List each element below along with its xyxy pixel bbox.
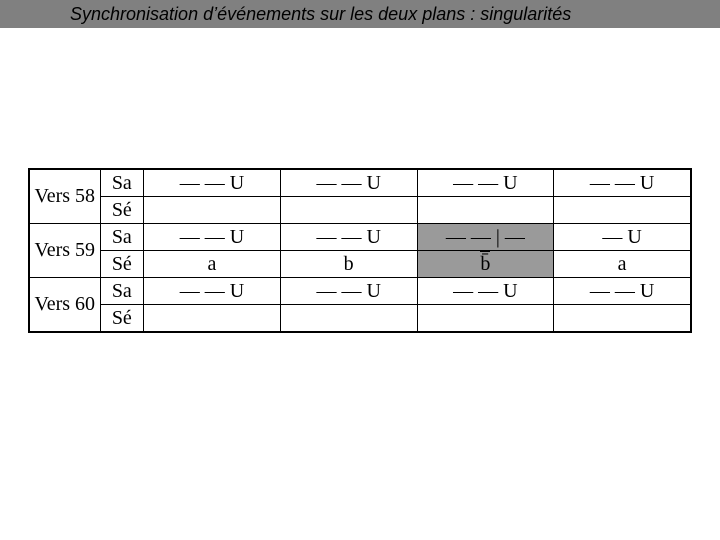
cell <box>280 305 417 333</box>
table-row: Vers 59 Sa — — U — — U — — | — — U <box>29 224 691 251</box>
cell-highlight: — — | — <box>417 224 554 251</box>
cell: — — U <box>280 278 417 305</box>
table-row: Sé <box>29 305 691 333</box>
plan-label-sa: Sa <box>100 278 144 305</box>
table-row: Vers 60 Sa — — U — — U — — U — — U <box>29 278 691 305</box>
cell: — — U <box>280 224 417 251</box>
cell <box>554 197 691 224</box>
cell <box>144 305 281 333</box>
cell <box>554 305 691 333</box>
cell: — U <box>554 224 691 251</box>
vers-label: Vers 59 <box>29 224 100 278</box>
cell: — — U <box>417 278 554 305</box>
cell: b <box>280 251 417 278</box>
page-title: Synchronisation d’événements sur les deu… <box>70 4 571 25</box>
cell: — — U <box>554 278 691 305</box>
table: Vers 58 Sa — — U — — U — — U — — U Sé Ve… <box>28 168 692 333</box>
metrical-table: Vers 58 Sa — — U — — U — — U — — U Sé Ve… <box>28 168 692 333</box>
plan-label-se: Sé <box>100 251 144 278</box>
cell <box>417 197 554 224</box>
plan-label-sa: Sa <box>100 169 144 197</box>
cell: a <box>554 251 691 278</box>
table-row: Sé a b b̄ a <box>29 251 691 278</box>
cell: — — U <box>144 169 281 197</box>
cell <box>417 305 554 333</box>
table-row: Sé <box>29 197 691 224</box>
cell <box>144 197 281 224</box>
cell: a <box>144 251 281 278</box>
cell: — — U <box>144 224 281 251</box>
vers-label: Vers 60 <box>29 278 100 333</box>
cell-highlight: b̄ <box>417 251 554 278</box>
vers-label: Vers 58 <box>29 169 100 224</box>
cell: — — U <box>144 278 281 305</box>
cell <box>280 197 417 224</box>
title-bar: Synchronisation d’événements sur les deu… <box>0 0 720 28</box>
cell: — — U <box>554 169 691 197</box>
cell: — — U <box>417 169 554 197</box>
plan-label-sa: Sa <box>100 224 144 251</box>
plan-label-se: Sé <box>100 305 144 333</box>
plan-label-se: Sé <box>100 197 144 224</box>
cell: — — U <box>280 169 417 197</box>
b-bar-symbol: b̄ <box>480 253 490 276</box>
table-row: Vers 58 Sa — — U — — U — — U — — U <box>29 169 691 197</box>
